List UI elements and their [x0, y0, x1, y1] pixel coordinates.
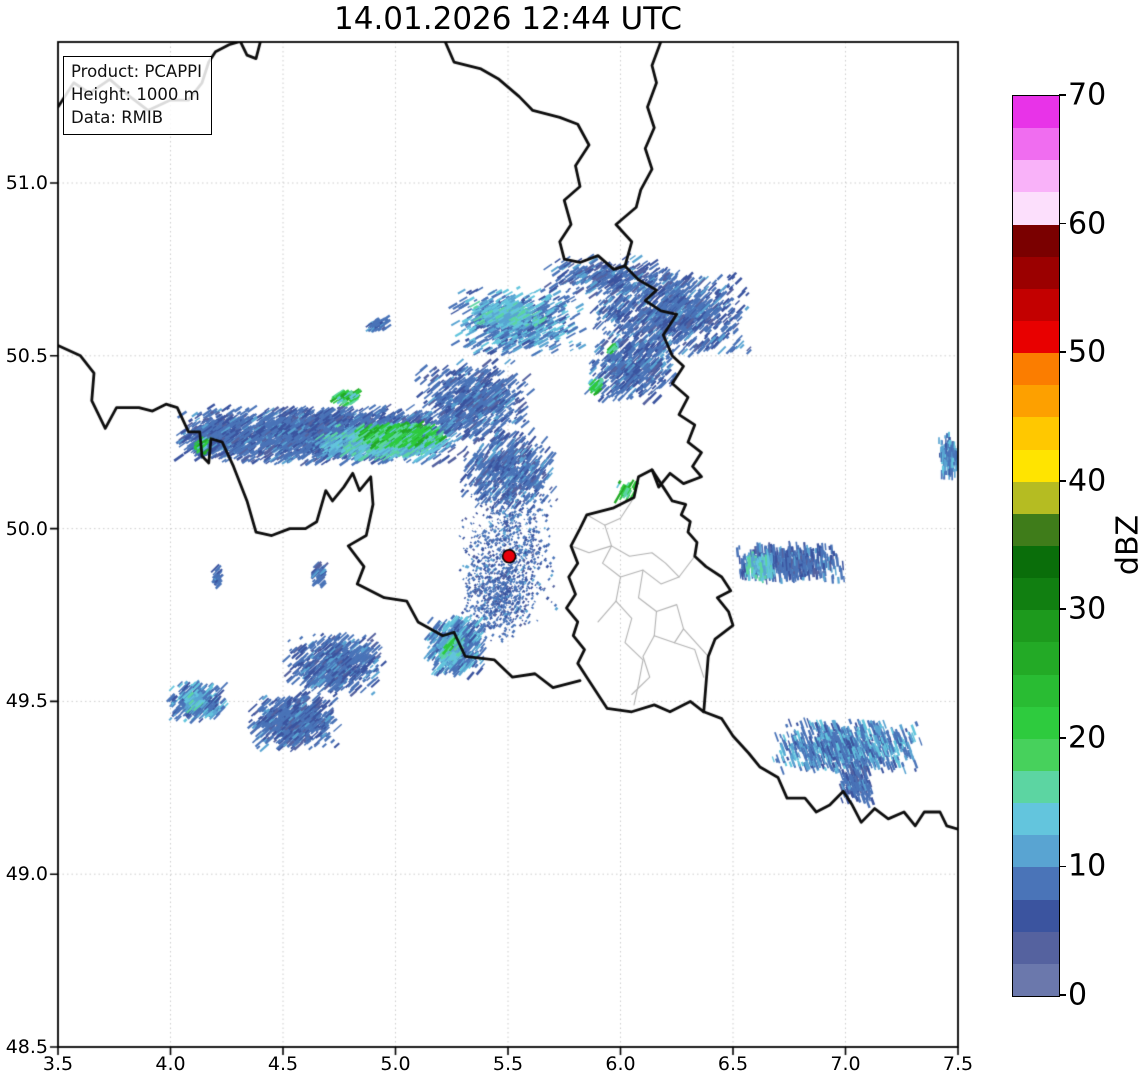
colorbar-tick-label: 0 — [1068, 977, 1088, 1013]
colorbar-segment — [1013, 385, 1059, 418]
colorbar-segment — [1013, 706, 1059, 739]
colorbar-tick-label: 50 — [1068, 334, 1107, 370]
colorbar-segment — [1013, 256, 1059, 289]
colorbar-tick — [1059, 94, 1066, 96]
colorbar-segment — [1013, 931, 1059, 964]
y-tick-label: 51.0 — [5, 172, 48, 194]
colorbar-segment — [1013, 224, 1059, 257]
info-box-line-data: Data: RMIB — [71, 108, 164, 127]
x-tick-label: 4.5 — [267, 1053, 299, 1075]
y-tick-label: 48.5 — [5, 1036, 48, 1058]
colorbar-tick — [1059, 479, 1066, 482]
colorbar-tick-label: 20 — [1068, 720, 1107, 756]
colorbar-segment — [1013, 160, 1059, 193]
info-box-line-height: Height: 1000 m — [71, 85, 200, 104]
colorbar-segment — [1013, 481, 1059, 514]
info-box-line-product: Product: PCAPPI — [71, 62, 202, 81]
colorbar-tick-label: 30 — [1068, 591, 1107, 627]
colorbar-segment — [1013, 642, 1059, 675]
colorbar-tick-label: 70 — [1068, 77, 1107, 113]
colorbar-segment — [1013, 192, 1059, 225]
colorbar-segment — [1013, 867, 1059, 900]
colorbar-segment — [1013, 128, 1059, 161]
colorbar-tick — [1059, 351, 1066, 353]
plot-title: 14.01.2026 12:44 UTC — [334, 1, 682, 37]
y-tick-label: 50.5 — [5, 344, 48, 367]
colorbar-segment — [1013, 899, 1059, 932]
colorbar-segment — [1013, 770, 1059, 804]
colorbar — [1012, 95, 1060, 997]
colorbar-tick — [1059, 994, 1066, 996]
colorbar-segment — [1013, 578, 1059, 611]
colorbar-tick — [1059, 737, 1066, 739]
colorbar-segment — [1013, 835, 1059, 868]
y-tick-label: 49.5 — [5, 690, 48, 713]
colorbar-segment — [1013, 610, 1059, 643]
colorbar-segment — [1013, 449, 1059, 482]
colorbar-tick-label: 40 — [1068, 463, 1107, 499]
colorbar-segment — [1013, 545, 1059, 579]
x-tick-label: 6.0 — [605, 1053, 636, 1075]
colorbar-tick-label: 60 — [1068, 206, 1107, 242]
radar-map-canvas — [0, 0, 1145, 1084]
colorbar-segment — [1013, 417, 1059, 450]
colorbar-segment — [1013, 96, 1059, 129]
x-tick-label: 5.0 — [380, 1053, 411, 1075]
colorbar-segment — [1013, 963, 1059, 996]
colorbar-axis-label: dBZ — [1110, 514, 1145, 576]
x-tick-label: 7.5 — [942, 1053, 974, 1075]
colorbar-tick — [1059, 865, 1066, 868]
x-tick-label: 6.5 — [717, 1053, 749, 1075]
x-tick-label: 7.0 — [830, 1053, 861, 1075]
colorbar-tick — [1059, 608, 1066, 611]
x-tick-label: 4.0 — [155, 1053, 186, 1075]
x-tick-label: 5.5 — [492, 1053, 524, 1075]
colorbar-segment — [1013, 738, 1059, 771]
radar-figure: 14.01.2026 12:44 UTC Product: PCAPPI Hei… — [0, 0, 1145, 1084]
colorbar-segment — [1013, 353, 1059, 386]
colorbar-segment — [1013, 674, 1059, 707]
colorbar-tick-label: 10 — [1068, 848, 1107, 884]
colorbar-segment — [1013, 288, 1059, 321]
info-box: Product: PCAPPI Height: 1000 m Data: RMI… — [63, 56, 212, 135]
y-tick-label: 49.0 — [5, 863, 48, 886]
colorbar-segment — [1013, 803, 1059, 836]
colorbar-segment — [1013, 513, 1059, 546]
y-tick-label: 50.0 — [5, 517, 48, 540]
colorbar-tick — [1059, 222, 1066, 225]
colorbar-segment — [1013, 320, 1059, 354]
